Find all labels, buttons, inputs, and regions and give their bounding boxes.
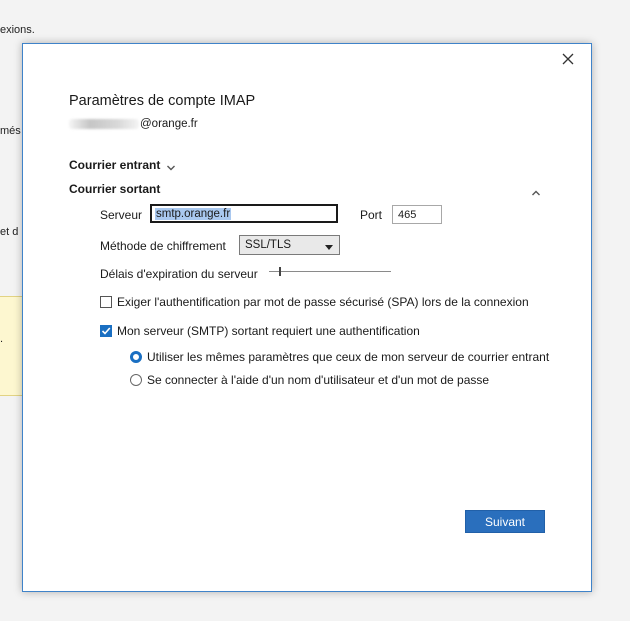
port-input[interactable]: 465 <box>392 205 442 224</box>
next-button[interactable]: Suivant <box>465 510 545 533</box>
timeout-slider-thumb[interactable] <box>279 267 281 276</box>
timeout-slider[interactable] <box>269 271 391 272</box>
background-text-1: exions. <box>0 24 35 36</box>
close-icon[interactable] <box>561 52 575 66</box>
background-text-2: més <box>0 125 21 137</box>
dropdown-arrow-icon <box>325 242 333 250</box>
email-domain: @orange.fr <box>140 118 198 130</box>
smtp-auth-checkbox[interactable] <box>100 325 112 337</box>
chevron-down-icon <box>166 161 176 171</box>
radio-same-settings[interactable] <box>130 351 142 363</box>
spa-checkbox[interactable] <box>100 296 112 308</box>
chevron-up-icon[interactable] <box>531 184 541 196</box>
server-value: smtp.orange.fr <box>155 207 232 220</box>
encryption-label: Méthode de chiffrement <box>100 239 226 253</box>
redacted-username <box>69 119 139 129</box>
server-input[interactable]: smtp.orange.fr <box>150 204 338 223</box>
spa-label: Exiger l'authentification par mot de pas… <box>117 295 529 309</box>
radio-login-credentials-label: Se connecter à l'aide d'un nom d'utilisa… <box>147 373 490 387</box>
dialog-title: Paramètres de compte IMAP <box>69 93 256 109</box>
smtp-auth-label: Mon serveur (SMTP) sortant requiert une … <box>117 324 420 338</box>
server-label: Serveur <box>100 208 143 222</box>
port-label: Port <box>360 208 383 222</box>
timeout-label: Délais d'expiration du serveur <box>100 267 258 281</box>
radio-same-settings-label: Utiliser les mêmes paramètres que ceux d… <box>147 350 550 364</box>
radio-login-credentials[interactable] <box>130 374 142 386</box>
incoming-mail-label: Courrier entrant <box>69 158 161 172</box>
account-settings-dialog: Paramètres de compte IMAP @orange.fr Cou… <box>22 43 592 592</box>
incoming-mail-section[interactable]: Courrier entrant <box>69 158 176 172</box>
background-text-3: et d <box>0 226 19 238</box>
encryption-value: SSL/TLS <box>245 239 292 251</box>
background-text-4: . <box>0 333 4 345</box>
encryption-select[interactable]: SSL/TLS <box>239 235 340 255</box>
check-icon <box>101 327 111 335</box>
outgoing-mail-label: Courrier sortant <box>69 182 161 196</box>
outgoing-mail-section[interactable]: Courrier sortant <box>69 182 160 196</box>
account-email: @orange.fr <box>69 118 198 130</box>
